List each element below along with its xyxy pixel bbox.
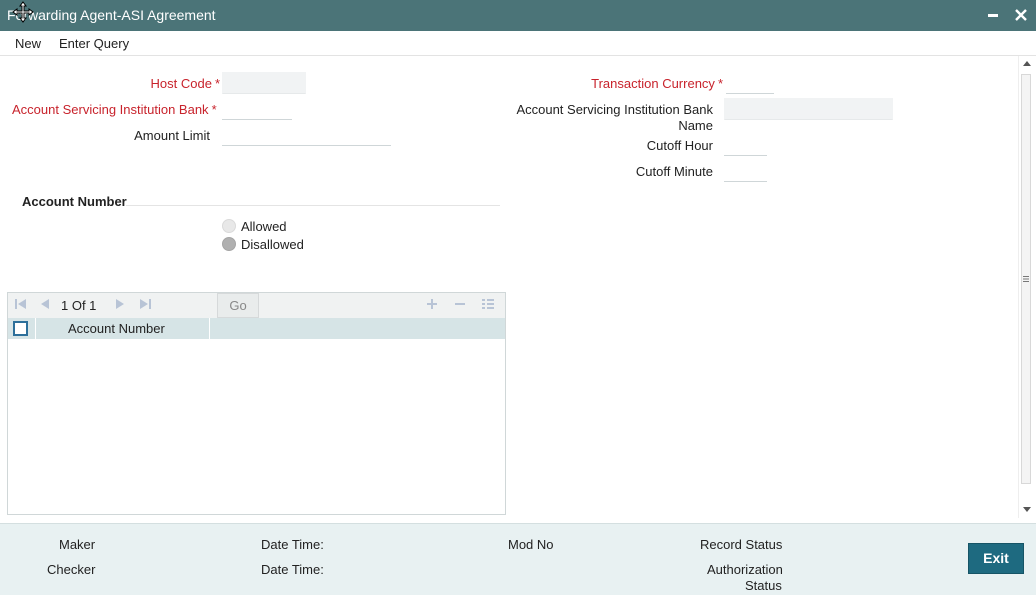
txn-currency-label: Transaction Currency *	[560, 76, 723, 91]
radio-allowed[interactable]: Allowed	[222, 218, 287, 234]
vertical-scrollbar[interactable]	[1018, 56, 1034, 518]
grid-header-row: Account Number	[8, 318, 505, 339]
asi-bank-name-label-line1: Account Servicing Institution Bank	[516, 102, 713, 117]
add-row-icon[interactable]	[425, 297, 439, 311]
grip-icon	[1023, 276, 1029, 282]
asi-bank-name-field[interactable]	[724, 98, 893, 120]
asi-bank-label-text: Account Servicing Institution Bank	[12, 102, 209, 117]
scroll-thumb[interactable]	[1021, 74, 1031, 484]
scroll-down-icon[interactable]	[1022, 504, 1032, 514]
host-code-label-text: Host Code	[150, 76, 212, 91]
go-button[interactable]: Go	[217, 293, 259, 318]
first-page-icon[interactable]	[14, 297, 28, 311]
cutoff-hour-input[interactable]	[724, 134, 767, 156]
txn-currency-label-text: Transaction Currency	[591, 76, 715, 91]
account-number-section-title: Account Number	[22, 194, 127, 209]
txn-currency-input[interactable]	[726, 72, 774, 94]
asi-bank-input[interactable]	[222, 98, 292, 120]
radio-disallowed[interactable]: Disallowed	[222, 236, 304, 252]
menu-enter-query[interactable]: Enter Query	[59, 36, 129, 51]
cutoff-hour-label: Cutoff Hour	[646, 138, 713, 153]
exit-button[interactable]: Exit	[968, 543, 1024, 574]
last-page-icon[interactable]	[138, 297, 152, 311]
mod-no-label: Mod No	[508, 537, 554, 552]
column-header-account-number[interactable]: Account Number	[68, 321, 165, 336]
move-cursor-icon	[12, 1, 34, 23]
radio-allowed-label: Allowed	[241, 218, 287, 234]
required-marker: *	[211, 102, 217, 117]
required-marker: *	[717, 76, 723, 91]
checker-label: Checker	[47, 562, 96, 577]
select-all-checkbox[interactable]	[13, 321, 28, 336]
asi-bank-label: Account Servicing Institution Bank *	[12, 102, 217, 117]
authorization-status-label-line1: Authorization	[707, 562, 783, 577]
prev-page-icon[interactable]	[38, 297, 52, 311]
radio-disallowed-label: Disallowed	[241, 236, 304, 252]
section-divider	[126, 205, 500, 206]
delete-row-icon[interactable]	[453, 297, 467, 311]
required-marker: *	[214, 76, 220, 91]
minimize-icon[interactable]	[984, 6, 1002, 24]
cutoff-minute-label: Cutoff Minute	[635, 164, 713, 179]
form-content: Host Code * Account Servicing Institution…	[0, 56, 1018, 518]
grid-toolbar: 1 Of 1 Go	[8, 293, 505, 318]
scroll-up-icon[interactable]	[1022, 59, 1032, 69]
authorization-status-label-line2: Status	[745, 578, 782, 593]
checker-date-time-label: Date Time:	[261, 562, 324, 577]
asi-bank-name-label-line2: Name	[678, 118, 713, 133]
next-page-icon[interactable]	[113, 297, 127, 311]
title-bar: Forwarding Agent-ASI Agreement	[0, 0, 1036, 31]
pager-text: 1 Of 1	[61, 298, 97, 313]
host-code-field[interactable]	[222, 72, 306, 94]
amount-limit-input[interactable]	[222, 124, 391, 146]
maker-label: Maker	[59, 537, 96, 552]
radio-allowed-circle[interactable]	[222, 219, 236, 233]
audit-footer: Maker Checker Date Time: Date Time: Mod …	[0, 523, 1036, 595]
menu-bar: New Enter Query	[0, 31, 1036, 56]
account-number-grid: 1 Of 1 Go Account Number	[7, 292, 506, 515]
maker-date-time-label: Date Time:	[261, 537, 324, 552]
record-status-label: Record Status	[700, 537, 783, 552]
cutoff-minute-input[interactable]	[724, 160, 767, 182]
menu-new[interactable]: New	[15, 36, 41, 51]
amount-limit-label: Amount Limit	[134, 128, 210, 143]
column-separator	[35, 318, 36, 339]
window-title: Forwarding Agent-ASI Agreement	[7, 7, 216, 23]
close-icon[interactable]	[1012, 6, 1030, 24]
column-separator	[209, 318, 210, 339]
view-list-icon[interactable]	[481, 297, 495, 311]
host-code-label: Host Code *	[100, 76, 220, 91]
radio-disallowed-circle[interactable]	[222, 237, 236, 251]
